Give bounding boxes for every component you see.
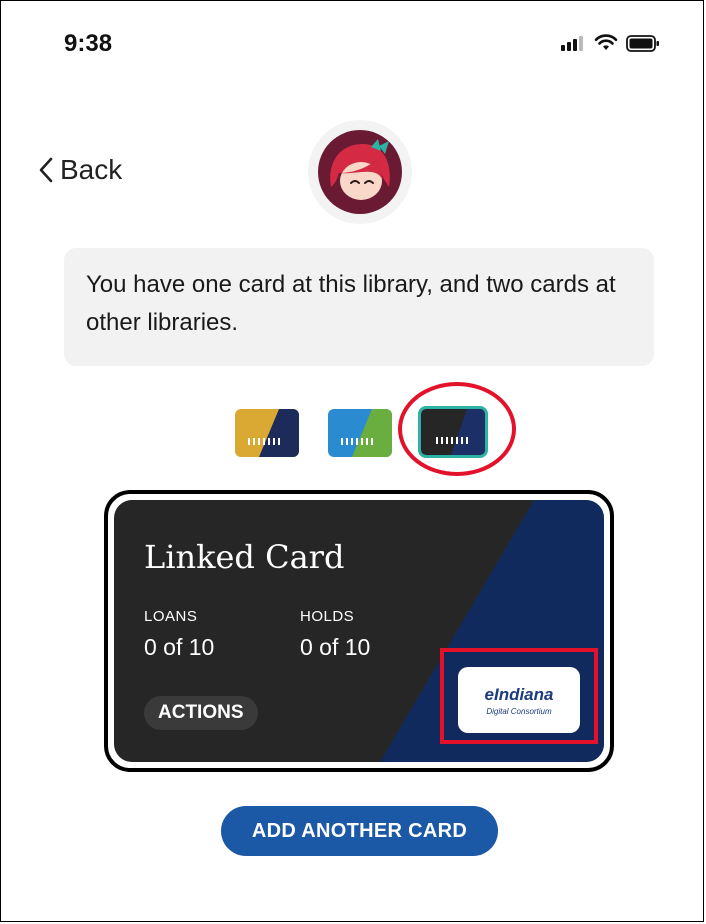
card-chip-blue-green[interactable] <box>328 409 392 457</box>
selected-card-highlight-circle <box>398 382 516 476</box>
battery-icon <box>626 34 659 52</box>
card-title: Linked Card <box>144 538 345 576</box>
card-count-message: You have one card at this library, and t… <box>64 248 654 366</box>
libby-logo <box>308 120 412 224</box>
loans-label: LOANS <box>144 608 198 625</box>
holds-value: 0 of 10 <box>300 634 371 660</box>
add-another-card-button[interactable]: ADD ANOTHER CARD <box>221 806 498 856</box>
wifi-icon <box>594 34 618 50</box>
libby-avatar-icon <box>318 130 402 214</box>
back-button[interactable]: Back <box>38 154 122 186</box>
card-chip-gold[interactable] <box>235 409 299 457</box>
back-label: Back <box>60 154 123 185</box>
loans-value: 0 of 10 <box>144 634 215 660</box>
status-icons <box>560 34 660 52</box>
cellular-signal-icon <box>561 36 583 51</box>
actions-button[interactable]: ACTIONS <box>144 696 258 730</box>
holds-label: HOLDS <box>300 608 355 625</box>
status-time: 9:38 <box>64 30 113 57</box>
partner-logo-highlight-box <box>440 648 598 744</box>
chevron-left-icon <box>39 157 53 183</box>
